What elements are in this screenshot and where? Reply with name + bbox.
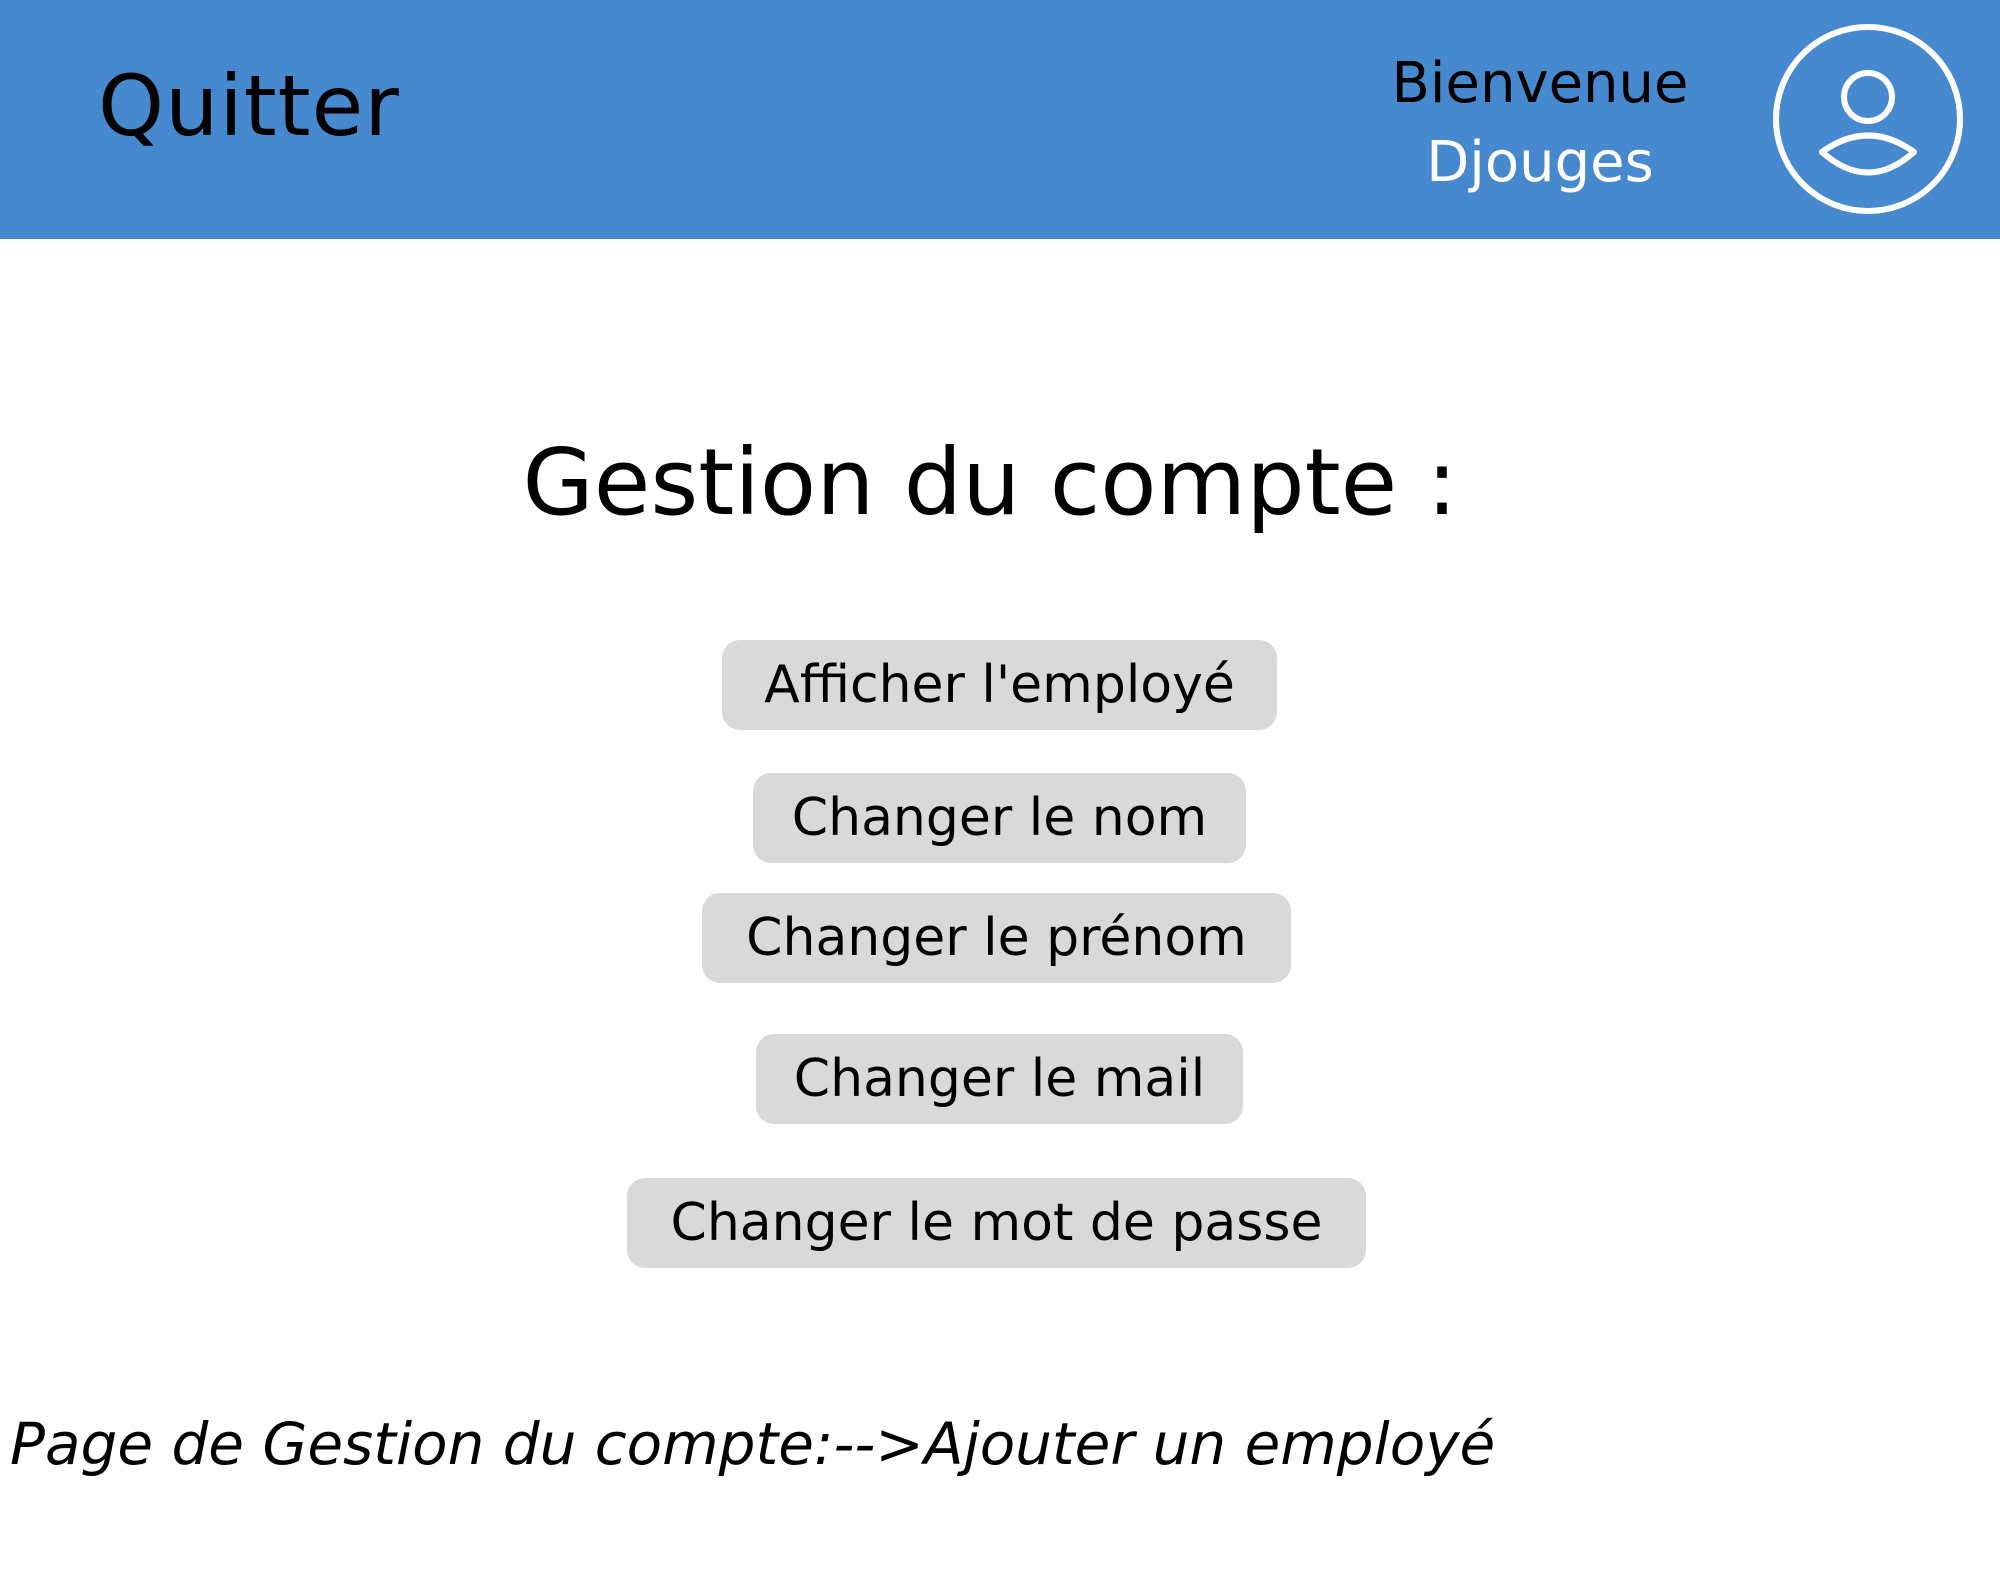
change-password-button[interactable]: Changer le mot de passe (627, 1178, 1366, 1268)
change-lastname-button[interactable]: Changer le nom (753, 773, 1246, 863)
user-circle-icon[interactable] (1772, 23, 1964, 215)
header-bar: Quitter Bienvenue Djouges (0, 0, 2000, 239)
page-caption: Page de Gestion du compte:-->Ajouter un … (10, 1410, 1496, 1478)
page-title: Gestion du compte : (522, 429, 1458, 536)
quit-button[interactable]: Quitter (98, 60, 400, 153)
username-label: Djouges (1426, 130, 1654, 195)
welcome-block: Bienvenue Djouges (1340, 48, 1740, 206)
welcome-label: Bienvenue (1391, 51, 1689, 116)
show-employee-button[interactable]: Afficher l'employé (722, 640, 1277, 730)
change-firstname-button[interactable]: Changer le prénom (702, 893, 1291, 983)
change-email-button[interactable]: Changer le mail (756, 1034, 1243, 1124)
